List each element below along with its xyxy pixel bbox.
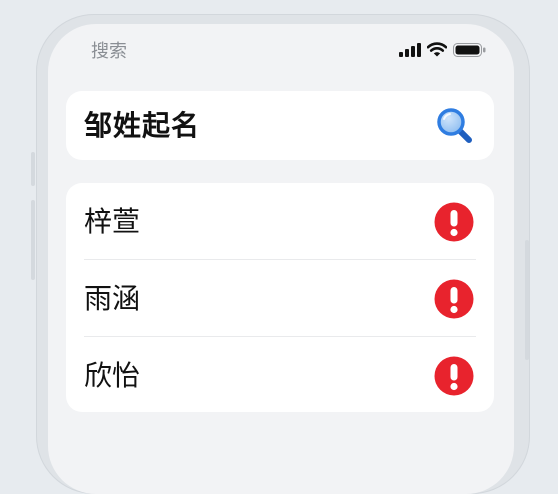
exclamation-alert-icon[interactable] (434, 279, 474, 319)
exclamation-alert-icon[interactable] (434, 356, 474, 396)
list-item[interactable]: 欣怡 (66, 337, 494, 414)
list-item[interactable]: 雨涵 (66, 260, 494, 337)
side-button-left-upper (31, 152, 35, 186)
back-to-search-link[interactable]: 搜索 (91, 37, 127, 63)
list-item[interactable]: 梓萱 (66, 183, 494, 260)
exclamation-alert-icon[interactable] (434, 202, 474, 242)
status-icons (399, 42, 486, 57)
search-bar[interactable]: 邹姓起名 (66, 91, 494, 160)
list-item-label: 雨涵 (84, 282, 141, 315)
cellular-signal-icon (399, 42, 421, 57)
search-icon[interactable] (435, 106, 475, 146)
phone-screen: 搜索 邹姓起名 梓萱 雨涵 欣怡 (48, 24, 514, 494)
search-input[interactable]: 邹姓起名 (84, 91, 200, 160)
wifi-icon (427, 42, 447, 57)
side-button-left-lower (31, 200, 35, 280)
list-item-label: 梓萱 (84, 205, 141, 238)
status-bar: 搜索 (48, 24, 514, 74)
list-item-label: 欣怡 (84, 359, 141, 392)
side-button-right (525, 240, 529, 360)
battery-icon (453, 42, 486, 57)
results-list: 梓萱 雨涵 欣怡 (66, 183, 494, 412)
